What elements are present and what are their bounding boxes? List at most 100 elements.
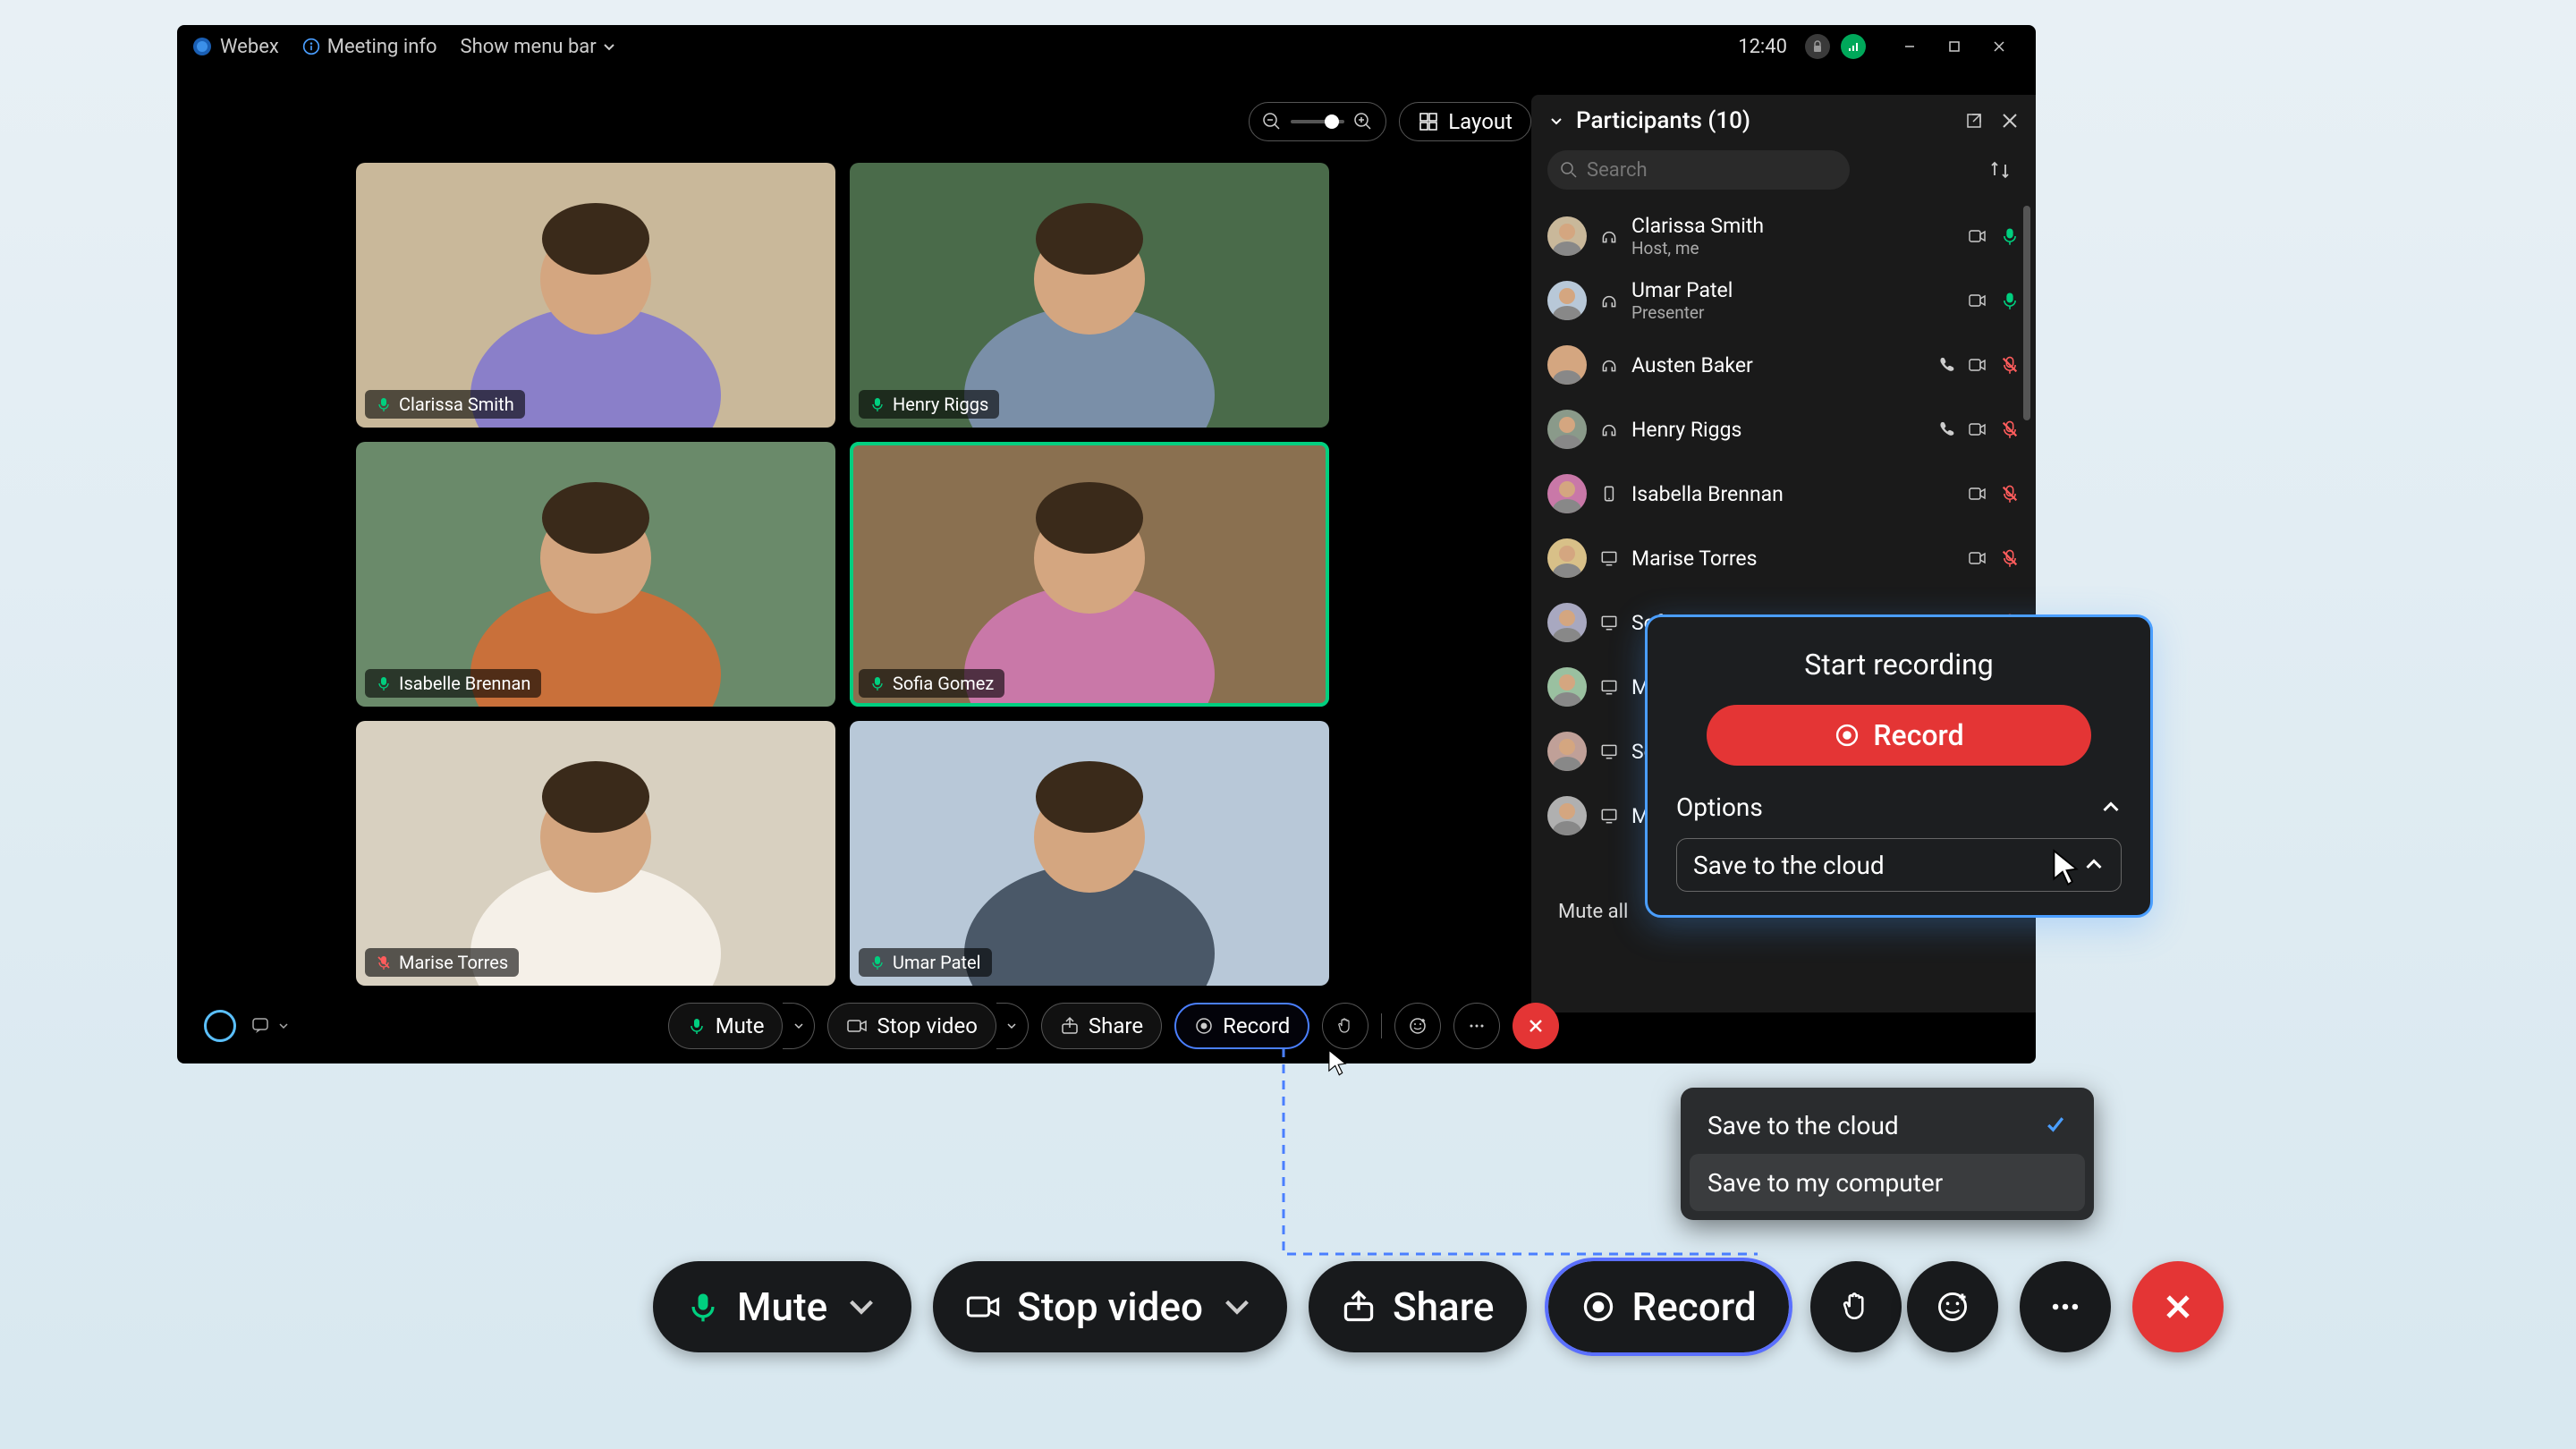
leave-button[interactable] [1513,1003,1559,1049]
chevron-down-icon[interactable] [1219,1289,1255,1325]
layout-label: Layout [1448,109,1513,134]
zoom-in-icon[interactable] [1353,112,1373,131]
participant-row[interactable]: Austen Baker [1547,333,2020,397]
participant-name: Sofia Gomez [893,673,994,694]
video-tile[interactable]: Umar Patel [850,721,1329,986]
big-raise-hand-button[interactable] [1810,1261,1902,1352]
big-reactions-button[interactable] [1907,1261,1998,1352]
mobile-icon [1599,484,1619,504]
big-leave-button[interactable] [2132,1261,2224,1352]
stop-video-button[interactable]: Stop video [827,1003,996,1049]
desktop-icon [1599,806,1619,826]
video-tile[interactable]: Isabelle Brennan [356,442,835,707]
microphone-off-icon [2000,419,2020,439]
search-input[interactable] [1547,150,1850,190]
reactions-button[interactable] [1394,1003,1441,1049]
desktop-icon [1599,548,1619,568]
avatar [1547,410,1587,449]
participant-row[interactable]: Isabella Brennan [1547,462,2020,526]
chevron-up-icon [2083,854,2105,876]
video-tile[interactable]: Henry Riggs [850,163,1329,428]
video-tile[interactable]: Clarissa Smith [356,163,835,428]
participant-row[interactable]: Umar Patel Presenter [1547,268,2020,333]
chevron-down-icon [602,39,616,54]
headset-icon [1599,419,1619,439]
network-status-icon[interactable] [1841,34,1866,59]
chevron-up-icon [2100,797,2122,818]
assistant-button[interactable] [204,1010,236,1042]
headset-icon [1599,226,1619,246]
sort-button[interactable] [1980,150,2020,190]
participant-name: Umar Patel [893,952,981,973]
mute-button[interactable]: Mute [668,1003,784,1049]
record-icon [1194,1016,1214,1036]
participant-name: Henry Riggs [893,394,988,415]
camera-icon [1968,355,1987,375]
big-stop-video-label: Stop video [1017,1284,1203,1330]
popout-icon[interactable] [1964,111,1984,131]
show-menubar-button[interactable]: Show menu bar [461,36,616,58]
layout-controls: Layout [1249,102,1531,141]
record-button[interactable]: Record [1174,1003,1309,1049]
phone-icon [1936,355,1955,375]
participant-row[interactable]: Marise Torres [1547,526,2020,590]
zoom-out-icon[interactable] [1262,112,1282,131]
participants-header-label: Participants (10) [1576,107,1750,134]
stop-video-label: Stop video [877,1013,977,1038]
big-more-button[interactable] [2020,1261,2111,1352]
avatar [1547,732,1587,771]
name-tag: Isabelle Brennan [365,669,541,698]
microphone-on-icon [869,396,886,412]
mute-all-button[interactable]: Mute all [1558,901,1628,923]
meeting-info-button[interactable]: Meeting info [302,36,437,58]
microphone-icon [685,1289,721,1325]
chat-button[interactable] [250,1015,290,1037]
participant-role: Host, me [1631,238,1955,258]
record-popup-button[interactable]: Record [1707,705,2091,766]
video-tile[interactable]: Sofia Gomez [850,442,1329,707]
headset-icon [1599,355,1619,375]
close-button[interactable] [1977,25,2021,68]
close-panel-icon[interactable] [2000,111,2020,131]
name-tag: Sofia Gomez [859,669,1004,698]
app-name-label: Webex [220,36,279,58]
big-record-button[interactable]: Record [1548,1261,1789,1352]
zoom-control[interactable] [1249,102,1386,141]
raise-hand-button[interactable] [1322,1003,1368,1049]
dropdown-option-computer[interactable]: Save to my computer [1690,1154,2085,1211]
share-button[interactable]: Share [1041,1003,1162,1049]
participant-name: Austen Baker [1631,353,1923,377]
scrollbar[interactable] [2023,206,2030,420]
meeting-controls-bar: Mute Stop video Share Record [177,988,2036,1063]
titlebar: Webex Meeting info Show menu bar 12:40 [177,25,2036,68]
lock-status-icon[interactable] [1805,34,1830,59]
video-tile[interactable]: Marise Torres [356,721,835,986]
big-mute-button[interactable]: Mute [653,1261,911,1352]
more-button[interactable] [1453,1003,1500,1049]
dropdown-option-cloud[interactable]: Save to the cloud [1690,1097,2085,1154]
participant-row[interactable]: Clarissa Smith Host, me [1547,204,2020,268]
maximize-button[interactable] [1932,25,1977,68]
collapse-icon[interactable] [1547,112,1565,130]
big-share-button[interactable]: Share [1309,1261,1527,1352]
microphone-off-icon [376,954,392,970]
chevron-down-icon[interactable] [843,1289,879,1325]
participant-role: Presenter [1631,302,1955,323]
big-stop-video-button[interactable]: Stop video [933,1261,1287,1352]
participant-row[interactable]: Henry Riggs [1547,397,2020,462]
zoom-slider[interactable] [1291,120,1344,123]
avatar [1547,216,1587,256]
video-dropdown[interactable] [996,1003,1029,1049]
camera-icon [1968,226,1987,246]
mute-dropdown[interactable] [783,1003,815,1049]
options-toggle[interactable]: Options [1676,792,2122,822]
info-icon [302,38,320,55]
minimize-button[interactable] [1887,25,1932,68]
name-tag: Marise Torres [365,948,519,977]
microphone-on-icon [869,675,886,691]
layout-button[interactable]: Layout [1399,102,1531,141]
search-icon [1560,161,1578,179]
avatar [1547,345,1587,385]
participant-name: Isabella Brennan [1631,482,1955,506]
participant-name: Clarissa Smith [1631,214,1955,238]
